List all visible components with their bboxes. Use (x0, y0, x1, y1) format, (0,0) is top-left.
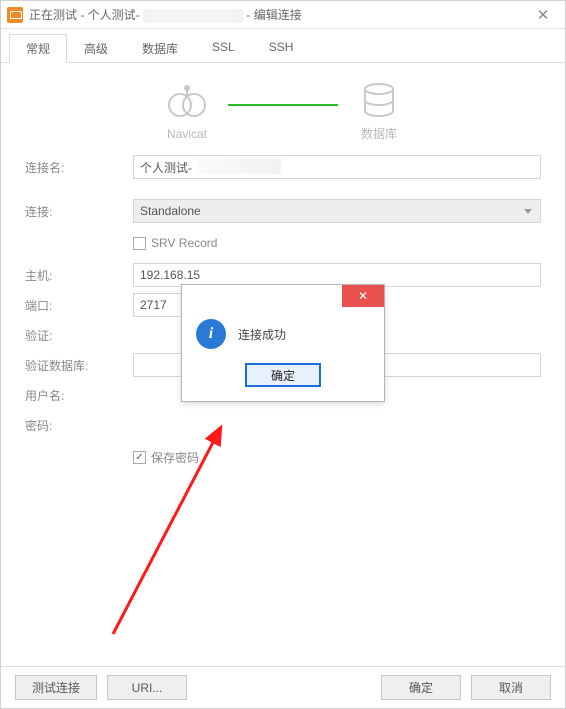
conn-type-label: 连接: (25, 203, 133, 220)
navicat-label: Navicat (167, 127, 207, 141)
srv-label: SRV Record (151, 236, 217, 250)
port-label: 端口: (25, 297, 133, 314)
tab-ssl[interactable]: SSL (195, 34, 252, 63)
dialog-ok-button[interactable]: 确定 (245, 363, 321, 387)
success-dialog: ✕ i 连接成功 确定 (181, 284, 385, 402)
database-label: 数据库 (361, 125, 397, 142)
dialog-titlebar: ✕ (182, 285, 384, 311)
save-password-checkbox[interactable]: ✓ (133, 451, 146, 464)
srv-checkbox[interactable] (133, 237, 146, 250)
connection-line (228, 104, 338, 106)
ok-button[interactable]: 确定 (381, 675, 461, 700)
auth-label: 验证: (25, 327, 133, 344)
window-title: 正在测试 - 个人测试- - 编辑连接 (29, 6, 527, 23)
navicat-icon (164, 83, 210, 123)
test-connection-button[interactable]: 测试连接 (15, 675, 97, 700)
conn-type-select[interactable]: Standalone (133, 199, 541, 223)
password-label: 密码: (25, 417, 133, 434)
app-icon (7, 7, 23, 23)
cancel-button[interactable]: 取消 (471, 675, 551, 700)
dialog-close-button[interactable]: ✕ (342, 285, 384, 307)
dialog-message: 连接成功 (238, 326, 286, 343)
title-redacted (143, 9, 243, 23)
username-label: 用户名: (25, 387, 133, 404)
tab-bar: 常规 高级 数据库 SSL SSH (1, 29, 565, 63)
uri-button[interactable]: URI... (107, 675, 187, 700)
close-icon[interactable]: ✕ (527, 6, 559, 24)
titlebar: 正在测试 - 个人测试- - 编辑连接 ✕ (1, 1, 565, 29)
conn-name-redacted (197, 158, 281, 174)
edit-connection-window: 正在测试 - 个人测试- - 编辑连接 ✕ 常规 高级 数据库 SSL SSH … (0, 0, 566, 709)
authdb-label: 验证数据库: (25, 357, 133, 374)
tab-general[interactable]: 常规 (9, 34, 67, 63)
conn-name-input[interactable] (133, 155, 541, 179)
footer: 测试连接 URI... 确定 取消 (1, 666, 565, 708)
info-icon: i (196, 319, 226, 349)
conn-name-label: 连接名: (25, 159, 133, 176)
database-icon (356, 81, 402, 121)
tab-advanced[interactable]: 高级 (67, 34, 125, 63)
save-password-label: 保存密码 (151, 449, 199, 466)
tab-ssh[interactable]: SSH (252, 34, 311, 63)
host-label: 主机: (25, 267, 133, 284)
title-suffix: - 编辑连接 (246, 8, 301, 22)
connection-graphic: Navicat 数据库 (1, 81, 565, 142)
host-redacted (319, 264, 539, 284)
title-prefix: 正在测试 - 个人测试- (29, 8, 140, 22)
tab-database[interactable]: 数据库 (125, 34, 195, 63)
